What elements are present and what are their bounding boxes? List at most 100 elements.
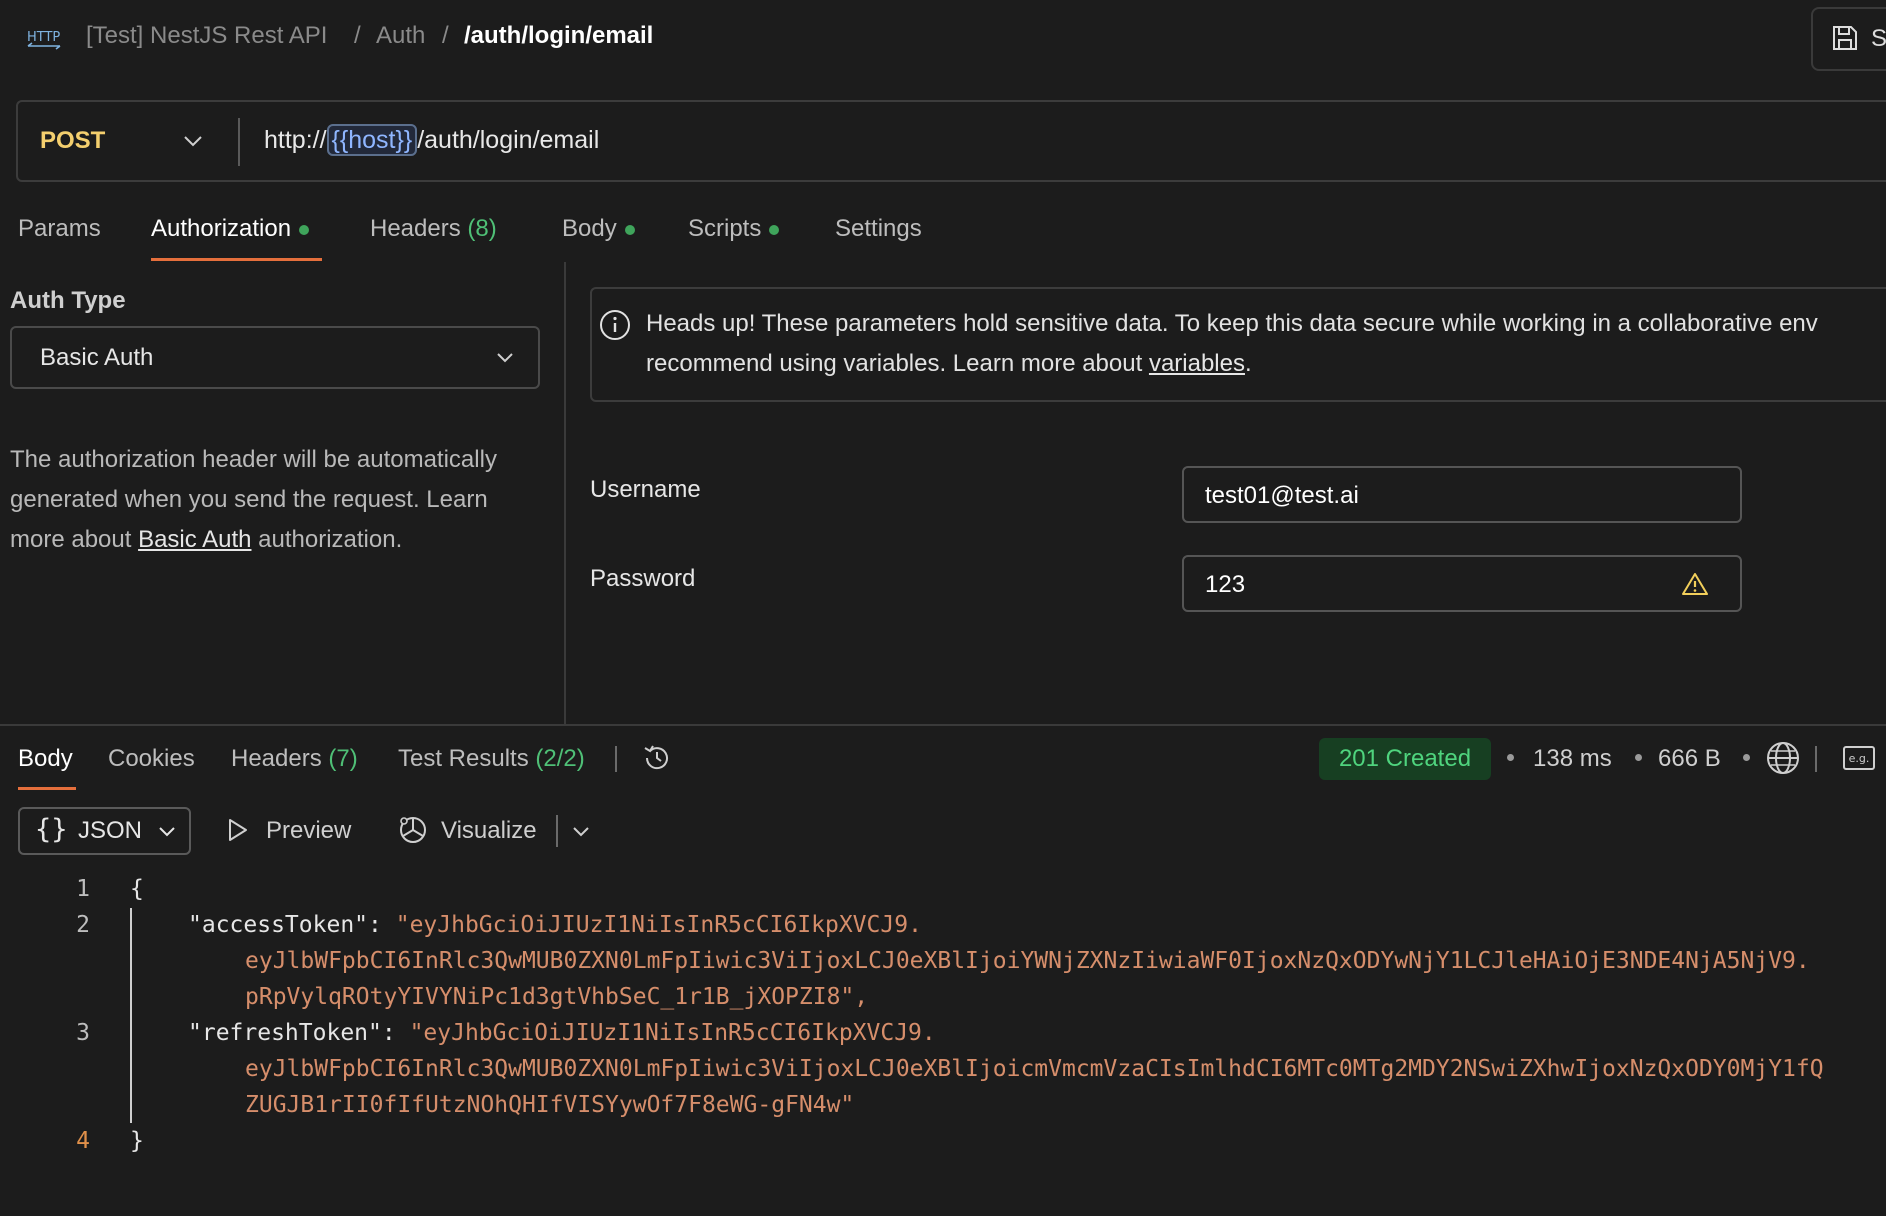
response-tab-headers[interactable]: Headers (7): [231, 745, 358, 773]
breadcrumb-request[interactable]: /auth/login/email: [464, 22, 653, 50]
code-line: pRpVylqROtyYIVYNiPc1d3gtVhbSeC_1r1B_jXOP…: [245, 984, 868, 1010]
json-string: ZUGJB1rII0fIfUtzNOhQHIfVISYywOf7F8eWG-gF…: [245, 1092, 855, 1118]
chevron-down-icon[interactable]: [183, 134, 203, 148]
save-button[interactable]: S: [1811, 7, 1886, 71]
history-icon[interactable]: [641, 742, 673, 774]
code-line: "refreshToken": "eyJhbGciOiJIUzI1NiIsInR…: [188, 1020, 936, 1046]
active-dot: [299, 224, 310, 235]
breadcrumb-folder[interactable]: Auth: [376, 22, 425, 50]
chevron-down-icon: [159, 827, 175, 837]
top-bar: HTTP [Test] NestJS Rest API / Auth / /au…: [0, 0, 1886, 75]
tab-label: Authorization: [151, 215, 292, 242]
tab-body[interactable]: Body: [562, 215, 635, 243]
line-number: 4: [76, 1128, 90, 1154]
auth-type-label: Auth Type: [10, 287, 126, 314]
active-dot: [624, 224, 635, 235]
json-string: "eyJhbGciOiJIUzI1NiIsInR5cCI6IkpXVCJ9.: [409, 1020, 936, 1046]
breadcrumb-separator: /: [354, 22, 361, 49]
response-tab-test-results[interactable]: Test Results (2/2): [398, 745, 585, 773]
divider: [615, 746, 617, 772]
banner-text-part: recommend using variables. Learn more ab…: [646, 350, 1149, 377]
response-tab-cookies[interactable]: Cookies: [108, 745, 195, 773]
info-icon: [600, 310, 630, 340]
tab-count: (7): [328, 745, 358, 772]
url-variable-chip[interactable]: {{host}}: [326, 124, 418, 156]
response-tab-body[interactable]: Body: [18, 745, 73, 773]
active-tab-indicator: [151, 258, 322, 261]
json-key: "refreshToken":: [188, 1020, 410, 1046]
code-open-brace: {: [130, 876, 144, 902]
basic-auth-link[interactable]: Basic Auth: [138, 526, 251, 553]
preview-button[interactable]: Preview: [266, 817, 351, 845]
globe-icon[interactable]: [1766, 741, 1800, 775]
meta-dot: [1507, 754, 1514, 761]
chevron-down-icon: [497, 353, 513, 363]
auth-description: The authorization header will be automat…: [10, 440, 540, 560]
meta-dot: [1743, 754, 1750, 761]
code-close-brace: }: [130, 1128, 144, 1154]
json-string: eyJlbWFpbCI6InRlc3QwMUB0ZXN0LmFpIiwic3Vi…: [245, 948, 1810, 974]
tab-count: (8): [467, 215, 497, 242]
breadcrumb-separator: /: [442, 22, 449, 49]
tab-params[interactable]: Params: [18, 215, 101, 243]
json-string: eyJlbWFpbCI6InRlc3QwMUB0ZXN0LmFpIiwic3Vi…: [245, 1056, 1824, 1082]
chevron-down-icon[interactable]: [572, 826, 590, 838]
tab-authorization[interactable]: Authorization: [151, 215, 310, 243]
banner-text: Heads up! These parameters hold sensitiv…: [646, 304, 1886, 384]
breadcrumb-collection[interactable]: [Test] NestJS Rest API: [86, 22, 327, 50]
url-path: /auth/login/email: [417, 126, 600, 154]
tab-label: Headers: [370, 215, 461, 242]
url-divider: [238, 118, 240, 166]
braces-icon: {}: [35, 814, 68, 845]
save-as-example-icon[interactable]: e.g.: [1843, 746, 1875, 770]
visualize-icon[interactable]: [398, 815, 428, 845]
banner-line: Heads up! These parameters hold sensitiv…: [646, 310, 1818, 337]
json-string: "eyJhbGciOiJIUzI1NiIsInR5cCI6IkpXVCJ9.: [395, 912, 922, 938]
pane-divider[interactable]: [564, 262, 566, 724]
line-number: 2: [76, 912, 90, 938]
auth-type-value: Basic Auth: [40, 344, 154, 371]
auth-description-text: authorization.: [251, 526, 403, 553]
response-size[interactable]: 666 B: [1658, 745, 1721, 773]
warning-icon[interactable]: [1682, 572, 1708, 596]
username-label: Username: [590, 476, 701, 503]
tab-label: Body: [562, 215, 617, 242]
tab-headers[interactable]: Headers (8): [370, 215, 497, 243]
tab-settings[interactable]: Settings: [835, 215, 922, 243]
tab-label: Scripts: [688, 215, 762, 242]
response-divider[interactable]: [0, 724, 1886, 726]
divider: [556, 815, 558, 847]
url-input[interactable]: http://{{host}}/auth/login/email: [264, 124, 600, 156]
code-line: "accessToken": "eyJhbGciOiJIUzI1NiIsInR5…: [188, 912, 922, 938]
password-label: Password: [590, 565, 696, 592]
format-label: JSON: [78, 817, 143, 844]
line-number: 3: [76, 1020, 90, 1046]
json-string: pRpVylqROtyYIVYNiPc1d3gtVhbSeC_1r1B_jXOP…: [245, 984, 869, 1010]
status-badge[interactable]: 201 Created: [1319, 738, 1491, 780]
example-icon-text: e.g.: [1849, 752, 1870, 765]
tab-label: Headers: [231, 745, 322, 772]
line-number: 1: [76, 876, 90, 902]
tab-label: Test Results: [398, 745, 529, 772]
password-field[interactable]: [1182, 555, 1742, 612]
username-value: test01@test.ai: [1205, 482, 1359, 509]
password-value: 123: [1205, 571, 1246, 598]
banner-text-part: .: [1244, 350, 1252, 377]
indent-guide: [130, 908, 132, 1123]
visualize-button[interactable]: Visualize: [441, 817, 537, 845]
active-dot: [769, 224, 780, 235]
play-icon[interactable]: [227, 818, 249, 842]
variables-link[interactable]: variables: [1149, 350, 1245, 377]
divider: [1815, 746, 1817, 772]
meta-dot: [1635, 754, 1642, 761]
url-prefix: http://: [264, 126, 327, 154]
response-time[interactable]: 138 ms: [1533, 745, 1612, 773]
tab-scripts[interactable]: Scripts: [688, 215, 780, 243]
active-tab-indicator: [18, 787, 76, 790]
method-select[interactable]: POST: [40, 127, 105, 155]
save-icon: [1833, 26, 1857, 50]
tab-count: (2/2): [535, 745, 585, 772]
banner-line: recommend using variables. Learn more ab…: [646, 344, 1886, 384]
http-icon: HTTP: [27, 30, 61, 50]
save-button-label: S: [1871, 25, 1886, 52]
